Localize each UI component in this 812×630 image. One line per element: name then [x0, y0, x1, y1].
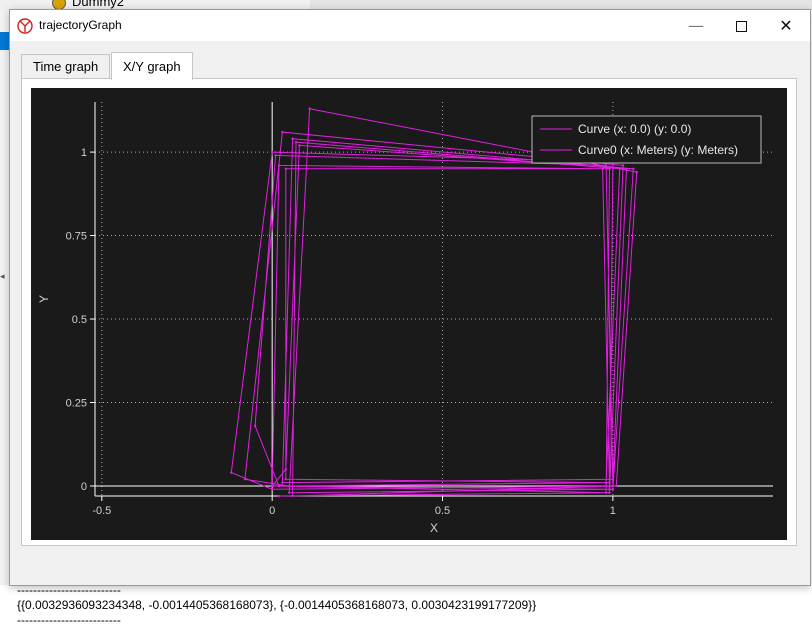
- data-point: [625, 167, 628, 170]
- scroll-arrow-icon[interactable]: ◂: [0, 272, 5, 282]
- y-tick-label: 0.25: [66, 398, 87, 410]
- data-point: [291, 494, 294, 498]
- legend-label: Curve0 (x: Meters) (y: Meters): [578, 143, 738, 157]
- data-point: [270, 488, 274, 491]
- data-point: [611, 484, 615, 488]
- title-bar[interactable]: trajectoryGraph — ✕: [10, 10, 810, 41]
- data-point: [611, 478, 615, 481]
- data-point: [608, 481, 611, 484]
- close-button[interactable]: ✕: [764, 10, 808, 41]
- data-point: [604, 491, 608, 494]
- data-point: [270, 484, 274, 488]
- data-point: [270, 150, 274, 154]
- data-point: [618, 167, 621, 170]
- console-output: -------------------------- {{0.003293609…: [17, 583, 536, 628]
- data-point: [288, 491, 291, 494]
- x-tick-label: 0.5: [435, 505, 450, 517]
- data-point: [253, 424, 257, 428]
- tab-xy-graph[interactable]: X/Y graph: [111, 52, 193, 80]
- xy-plot-svg[interactable]: -0.5 0 0.5 1 0 0.25 0.5 0.75 1 X Y Curve (x: 0.0) (…: [31, 88, 787, 540]
- tab-label: Time graph: [33, 59, 99, 74]
- console-line: {{0.0032936093234348, -0.001440536816807…: [17, 598, 537, 612]
- data-point: [615, 484, 618, 488]
- data-point: [601, 167, 604, 170]
- data-point: [298, 144, 301, 147]
- data-point: [277, 484, 281, 488]
- background-selection-marker: [0, 32, 9, 50]
- data-point: [604, 164, 608, 167]
- data-point: [608, 491, 611, 494]
- data-point: [621, 164, 625, 167]
- y-tick-label: 0: [81, 481, 87, 493]
- x-axis-label: X: [430, 521, 438, 535]
- tab-time-graph[interactable]: Time graph: [21, 54, 111, 79]
- trajectory-graph-window: trajectoryGraph — ✕ Time graph X/Y graph…: [9, 9, 811, 586]
- y-tick-label: 0.5: [72, 314, 87, 326]
- app-logo-icon: [17, 18, 33, 34]
- y-tick-label: 0.75: [66, 231, 87, 243]
- data-point: [284, 468, 287, 471]
- close-icon: ✕: [779, 16, 793, 35]
- y-axis-label: Y: [37, 295, 51, 303]
- background-tree-item-label: Dummy2: [72, 0, 125, 9]
- minimize-icon: —: [688, 16, 704, 35]
- x-tick-label: -0.5: [92, 505, 111, 517]
- data-point: [635, 170, 638, 174]
- minimize-button[interactable]: —: [674, 10, 718, 41]
- maximize-button[interactable]: [719, 10, 763, 41]
- data-point: [281, 130, 284, 134]
- maximize-icon: [735, 21, 747, 32]
- data-point: [308, 107, 311, 110]
- y-tick-label: 1: [81, 147, 87, 159]
- data-point: [281, 481, 284, 484]
- window-title: trajectoryGraph: [39, 18, 122, 32]
- console-divider: --------------------------: [17, 583, 121, 597]
- data-point: [274, 154, 277, 157]
- data-point: [277, 494, 281, 498]
- data-point: [284, 167, 287, 170]
- data-point: [604, 481, 608, 484]
- data-point: [277, 164, 281, 167]
- series-line: [230, 108, 638, 497]
- data-point: [243, 478, 247, 481]
- legend-label: Curve (x: 0.0) (y: 0.0): [578, 122, 691, 136]
- console-divider: --------------------------: [17, 613, 121, 627]
- data-point: [284, 478, 287, 481]
- data-point: [288, 484, 291, 488]
- x-tick-label: 0: [269, 505, 275, 517]
- data-point: [632, 167, 635, 170]
- data-point: [230, 471, 233, 474]
- data-point: [608, 167, 611, 170]
- x-tick-label: 1: [610, 505, 616, 517]
- tab-label: X/Y graph: [123, 59, 181, 74]
- data-point: [608, 488, 611, 491]
- data-point: [291, 137, 294, 140]
- data-point: [611, 488, 615, 491]
- data-point: [294, 140, 298, 144]
- xy-plot[interactable]: -0.5 0 0.5 1 0 0.25 0.5 0.75 1 X Y Curve (x: 0.0) (…: [31, 88, 787, 540]
